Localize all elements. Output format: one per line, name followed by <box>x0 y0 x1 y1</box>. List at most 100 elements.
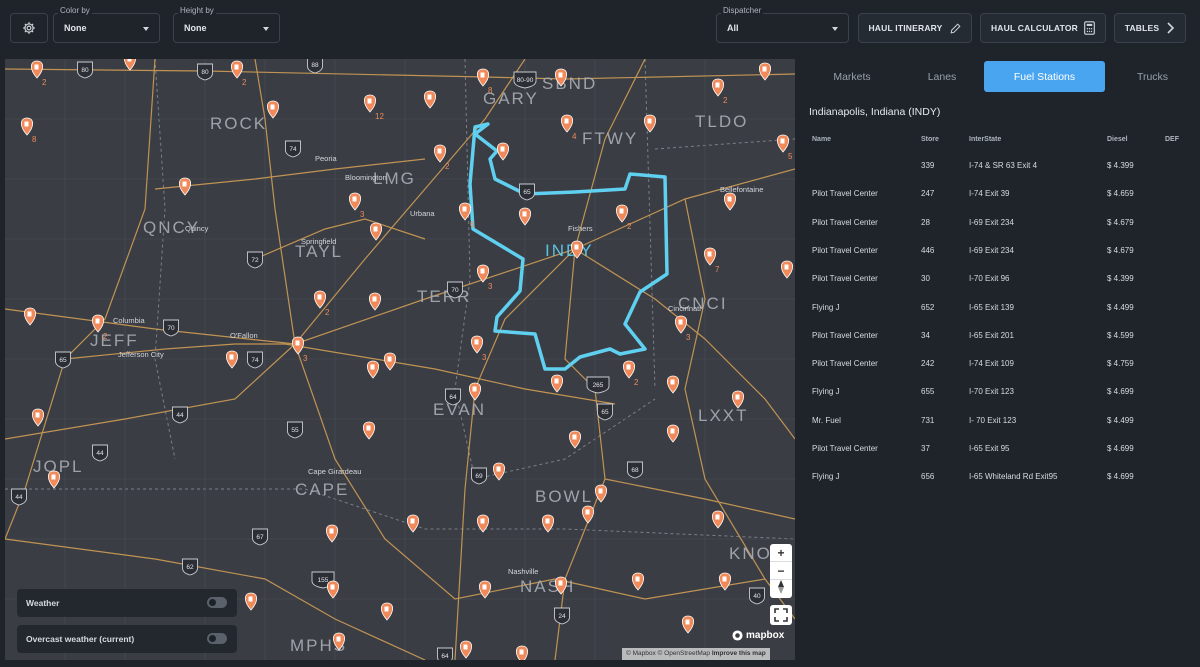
mapbox-logo[interactable]: mapbox <box>732 630 784 641</box>
dispatcher-select[interactable]: Dispatcher All <box>716 6 849 43</box>
fuel-pin-icon[interactable]: 5 <box>776 134 793 161</box>
fuel-pin-icon[interactable] <box>468 382 482 401</box>
haul-calculator-button[interactable]: HAUL CALCULATOR <box>980 13 1106 43</box>
settings-button[interactable] <box>10 13 48 43</box>
color-by-select[interactable]: Color by None <box>53 6 160 43</box>
fuel-pin-icon[interactable] <box>492 462 506 481</box>
fuel-pin-icon[interactable] <box>478 580 492 599</box>
fuel-pin-icon[interactable]: 3 <box>674 315 691 342</box>
fuel-pin-icon[interactable] <box>178 177 192 196</box>
fuel-pin-icon[interactable]: 2 <box>30 60 47 87</box>
fuel-pin-icon[interactable]: 3 <box>476 264 493 291</box>
table-row[interactable]: Pilot Travel Center 446 I-69 Exit 234 $ 4.6… <box>800 246 1200 274</box>
fuel-pin-icon[interactable] <box>368 292 382 311</box>
fuel-pin-icon[interactable] <box>568 430 582 449</box>
fuel-pin-icon[interactable] <box>581 505 595 524</box>
fuel-pin-icon[interactable]: 8 <box>20 117 37 144</box>
zoom-in-button[interactable]: + <box>770 544 792 562</box>
fuel-pin-icon[interactable] <box>423 90 437 109</box>
fuel-pin-icon[interactable]: 7 <box>703 247 720 274</box>
improve-map-link[interactable]: Improve this map <box>712 650 766 657</box>
fuel-pin-icon[interactable]: 12 <box>363 94 384 121</box>
column-header-def[interactable]: DEF <box>1165 136 1179 143</box>
tab-trucks[interactable]: Trucks <box>1105 61 1200 92</box>
table-row[interactable]: Flying J 655 I-70 Exit 123 $ 4.699 <box>800 387 1200 415</box>
zoom-out-button[interactable]: − <box>770 562 792 580</box>
attribution-osm-link[interactable]: © OpenStreetMap <box>658 650 710 657</box>
city-label: Fishers <box>568 224 593 233</box>
fuel-pin-icon[interactable] <box>723 192 737 211</box>
fuel-pin-icon[interactable]: 2 <box>711 78 728 105</box>
tab-lanes[interactable]: Lanes <box>890 61 994 92</box>
fuel-pin-icon[interactable] <box>369 222 383 241</box>
fuel-pin-icon[interactable] <box>124 59 136 71</box>
fuel-pin-icon[interactable] <box>666 375 680 394</box>
fuel-pin-icon[interactable] <box>518 207 532 226</box>
table-row[interactable]: Flying J 652 I-65 Exit 139 $ 4.499 <box>800 303 1200 331</box>
table-row[interactable]: Pilot Travel Center 247 I-74 Exit 39 $ 4.65… <box>800 189 1200 217</box>
fuel-pin-icon[interactable] <box>47 470 61 489</box>
fuel-pin-icon[interactable] <box>383 352 397 371</box>
fuel-pin-icon[interactable] <box>362 421 376 440</box>
tab-fuel-stations[interactable]: Fuel Stations <box>984 61 1105 92</box>
fuel-station-pins: 2 21282425836 232323273 <box>20 59 794 660</box>
table-row[interactable]: Pilot Travel Center 37 I-65 Exit 95 $ 4.699 <box>800 444 1200 472</box>
fuel-pin-icon[interactable]: 3 <box>470 335 487 362</box>
fullscreen-button[interactable] <box>770 605 792 625</box>
fuel-pin-icon[interactable]: 2 <box>433 144 450 171</box>
column-header-interstate[interactable]: InterState <box>969 136 1001 143</box>
weather-toggle[interactable] <box>207 597 227 608</box>
table-row[interactable]: Pilot Travel Center 242 I-74 Exit 109 $ 4.7… <box>800 359 1200 387</box>
tables-button[interactable]: TABLES <box>1114 13 1186 43</box>
fuel-pin-icon[interactable] <box>711 510 725 529</box>
table-row[interactable]: Pilot Travel Center 34 I-65 Exit 201 $ 4.59… <box>800 331 1200 359</box>
fuel-pin-icon[interactable] <box>666 424 680 443</box>
cell-diesel: $ 4.699 <box>1107 387 1134 397</box>
overcast-toggle[interactable] <box>207 633 227 644</box>
cell-name: Flying J <box>812 302 840 312</box>
cell-interstate: I-65 Exit 201 <box>969 330 1014 340</box>
column-header-name[interactable]: Name <box>812 136 831 143</box>
table-row[interactable]: Mr. Fuel 731 I- 70 Exit 123 $ 4.499 <box>800 416 1200 444</box>
fuel-pin-icon[interactable] <box>459 640 473 659</box>
fuel-pin-icon[interactable] <box>23 307 37 326</box>
market-code: BOWL <box>535 487 593 506</box>
fuel-pin-icon[interactable] <box>643 114 657 133</box>
map-view[interactable]: ROCK QNCY TAYL JEFF JOPL CAPE EVAN TERR … <box>5 59 795 660</box>
fuel-pin-icon[interactable] <box>380 602 394 621</box>
fuel-pin-icon[interactable] <box>406 514 420 533</box>
fuel-pin-icon[interactable] <box>31 408 45 427</box>
table-row[interactable]: Flying J 656 I-65 Whiteland Rd Exit95 $ 4.6… <box>800 472 1200 500</box>
tab-markets[interactable]: Markets <box>800 61 904 92</box>
fuel-pin-icon[interactable]: 2 <box>622 360 639 387</box>
table-row[interactable]: 339 I-74 & SR 63 Exit 4 $ 4.399 <box>800 161 1200 189</box>
fuel-pin-icon[interactable] <box>780 260 794 279</box>
fuel-pin-icon[interactable]: 3 <box>348 192 365 219</box>
fuel-pin-icon[interactable] <box>758 62 772 81</box>
fuel-pin-icon[interactable] <box>326 580 340 599</box>
cell-interstate: I-65 Exit 139 <box>969 302 1014 312</box>
highway-shield: 65 <box>519 183 535 201</box>
fuel-pin-icon[interactable] <box>550 374 564 393</box>
pin-count-label: 12 <box>375 112 384 121</box>
fuel-pin-icon[interactable] <box>244 592 258 611</box>
fuel-pin-icon[interactable] <box>266 100 280 119</box>
fuel-pin-icon[interactable] <box>515 645 529 660</box>
fuel-pin-icon[interactable] <box>325 524 339 543</box>
table-row[interactable]: Pilot Travel Center 30 I-70 Exit 96 $ 4.399 <box>800 274 1200 302</box>
fuel-pin-icon[interactable] <box>225 350 239 369</box>
fuel-pin-icon[interactable]: 2 <box>230 60 247 87</box>
attribution-mapbox-link[interactable]: © Mapbox <box>626 650 656 657</box>
compass-button[interactable] <box>770 580 792 598</box>
column-header-store[interactable]: Store <box>921 136 939 143</box>
fuel-pin-icon[interactable] <box>681 615 695 634</box>
fuel-pin-icon[interactable] <box>366 360 380 379</box>
height-by-select[interactable]: Height by None <box>173 6 280 43</box>
table-row[interactable]: Pilot Travel Center 28 I-69 Exit 234 $ 4.67… <box>800 218 1200 246</box>
cell-name: Pilot Travel Center <box>812 444 878 453</box>
column-header-diesel[interactable]: Diesel <box>1107 136 1128 143</box>
haul-itinerary-button[interactable]: HAUL ITINERARY <box>858 13 972 43</box>
fuel-pin-icon[interactable] <box>496 142 510 161</box>
fuel-pin-icon[interactable] <box>718 572 732 591</box>
fuel-pin-icon[interactable] <box>631 572 645 591</box>
